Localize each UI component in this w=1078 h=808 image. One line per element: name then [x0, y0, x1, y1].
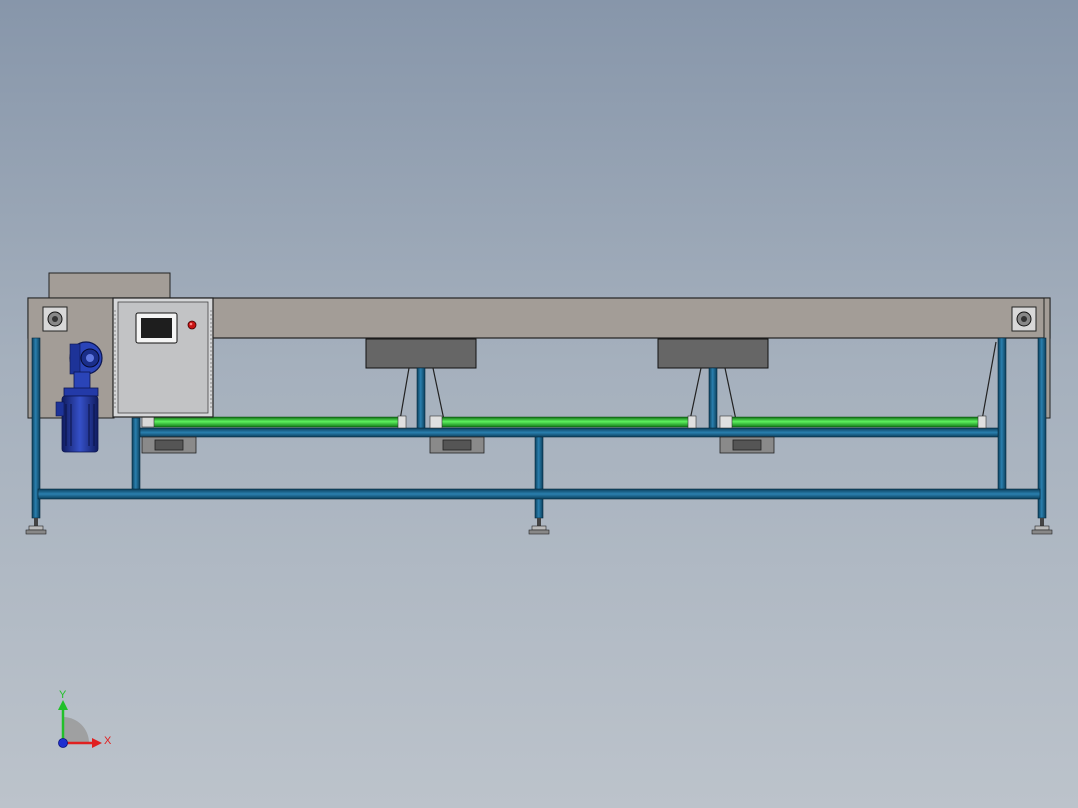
bearing-clamps: [141, 436, 775, 454]
lower-frame-beam: [37, 488, 1041, 500]
assembly-drawing: Y X: [25, 272, 1053, 748]
roller-support-beam: [139, 427, 999, 438]
hmi-screen-icon[interactable]: [135, 312, 178, 344]
pressing-block-2: [657, 338, 769, 369]
pressing-block-1: [365, 338, 477, 369]
coordinate-triad: Y X: [58, 689, 112, 748]
cad-viewport[interactable]: Y X: [0, 0, 1078, 808]
leveling-feet: [25, 518, 1053, 535]
left-bearing-icon: [42, 306, 68, 332]
right-bearing-icon: [1011, 306, 1037, 332]
indicator-light-icon[interactable]: [187, 320, 197, 330]
green-rollers: [141, 415, 987, 429]
triad-x-label: X: [104, 735, 112, 747]
triad-y-label: Y: [59, 689, 67, 701]
top-hood: [48, 272, 171, 300]
